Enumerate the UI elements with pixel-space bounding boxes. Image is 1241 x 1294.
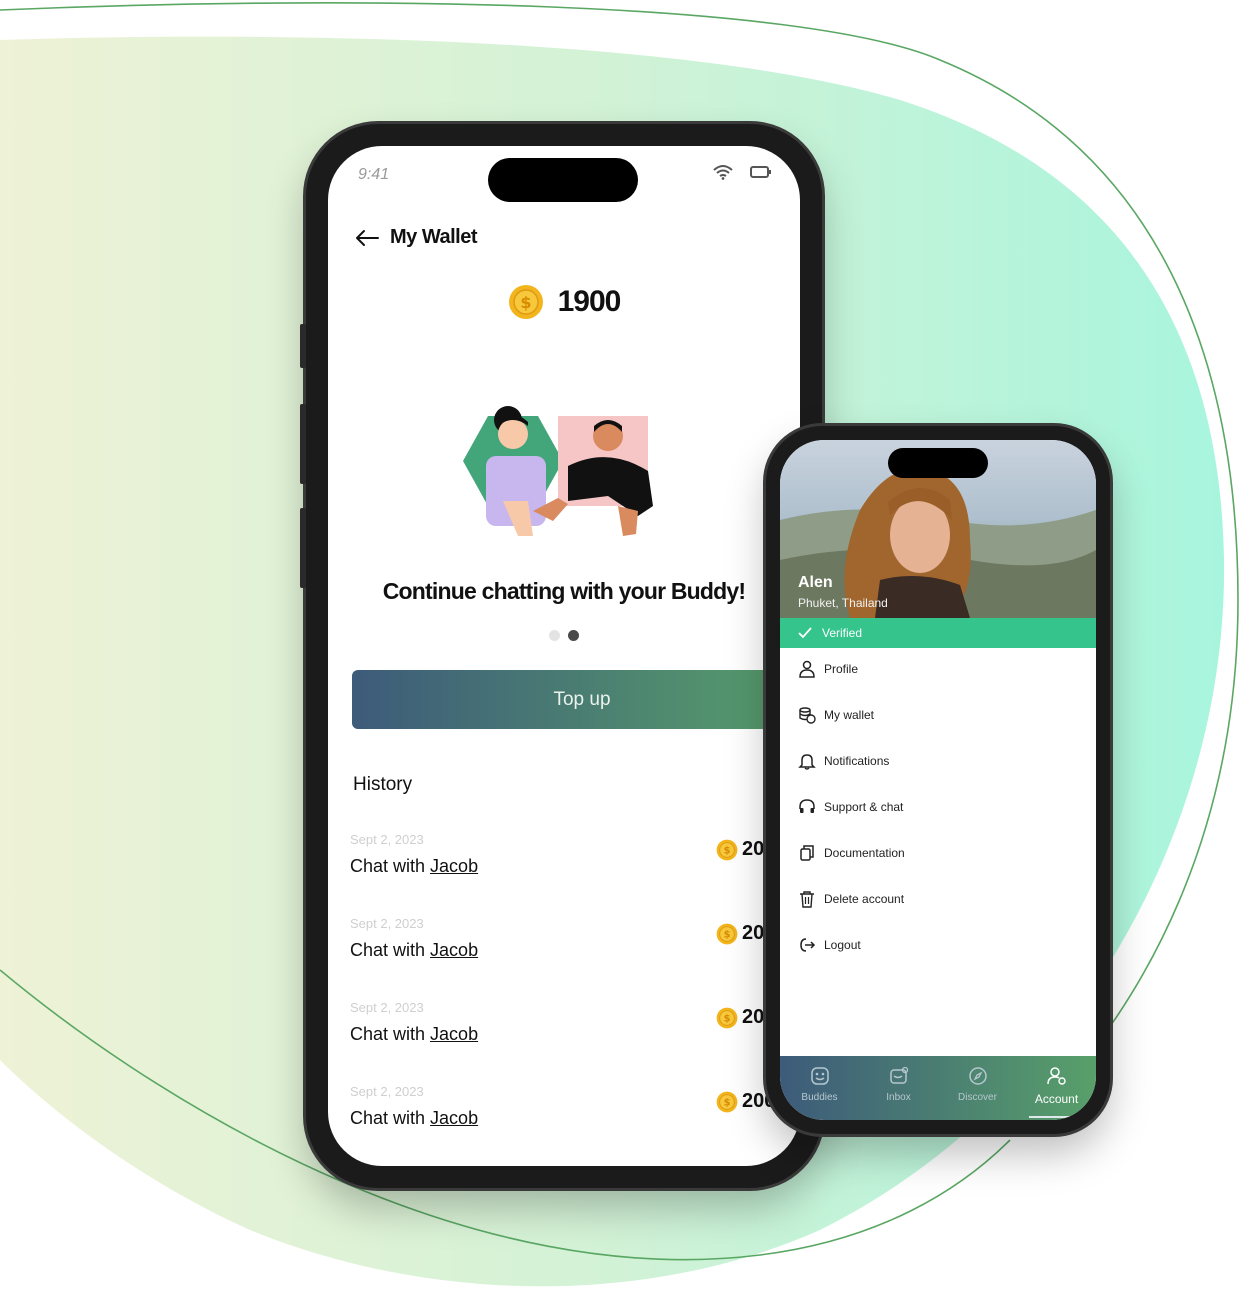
handshake-illustration (463, 406, 653, 536)
history-amount: $ 20 (716, 838, 764, 861)
status-icons (712, 164, 772, 180)
volume-down-button (300, 508, 306, 588)
top-up-button[interactable]: Top up (352, 670, 800, 729)
headset-icon (799, 799, 815, 813)
menu-item-logout[interactable]: Logout (798, 930, 1078, 960)
balance-value: 1900 (557, 285, 622, 318)
tab-discover[interactable]: Discover (938, 1056, 1017, 1120)
profile-name: Alen (798, 574, 833, 591)
buddy-link[interactable]: Jacob (430, 856, 478, 876)
coin-icon: $ (716, 1007, 738, 1028)
menu-item-my-wallet[interactable]: My wallet (798, 700, 1078, 730)
svg-text:$: $ (724, 845, 731, 856)
history-date: Sept 2, 2023 (350, 1084, 424, 1099)
menu-item-profile[interactable]: Profile (798, 654, 1078, 684)
inbox-icon (889, 1066, 908, 1084)
coin-icon: $ (508, 285, 543, 319)
menu-item-label: Documentation (824, 846, 905, 860)
history-row[interactable]: Sept 2, 2023 Chat with Jacob $ 20 (350, 1000, 800, 1070)
history-amount: $ 20 (716, 1006, 764, 1029)
history-date: Sept 2, 2023 (350, 832, 424, 847)
history-date: Sept 2, 2023 (350, 1000, 424, 1015)
coins-stack-icon (799, 707, 816, 724)
menu-item-notifications[interactable]: Notifications (798, 746, 1078, 776)
menu-item-label: Logout (824, 938, 861, 952)
buddy-link[interactable]: Jacob (430, 940, 478, 960)
wallet-header: My Wallet (354, 226, 478, 249)
volume-up-button (300, 404, 306, 484)
pager-dots (328, 630, 800, 641)
active-tab-indicator (1028, 1116, 1085, 1118)
tab-inbox[interactable]: Inbox (859, 1056, 938, 1120)
account-phone: Alen Phuket, Thailand Verified Profile M… (766, 426, 1110, 1134)
menu-item-label: Notifications (824, 754, 890, 768)
menu-item-delete-account[interactable]: Delete account (798, 884, 1078, 914)
dynamic-island (888, 448, 988, 478)
menu-item-label: Delete account (824, 892, 905, 906)
verified-banner: Verified (780, 618, 1096, 648)
check-icon (798, 627, 812, 639)
buddies-icon (810, 1067, 829, 1085)
coin-icon: $ (716, 923, 738, 944)
wallet-tagline: Continue chatting with your Buddy! (382, 578, 746, 604)
history-row[interactable]: Sept 2, 2023 Chat with Jacob $ 20 (350, 832, 800, 902)
history-amount: $ 20 (716, 922, 764, 945)
coin-icon: $ (716, 839, 738, 860)
wifi-icon (713, 165, 733, 180)
compass-icon (968, 1067, 987, 1085)
bottom-tab-bar: Buddies Inbox Discover Account (780, 1056, 1096, 1120)
tab-buddies[interactable]: Buddies (780, 1056, 859, 1120)
menu-item-label: Support & chat (824, 800, 904, 814)
account-screen: Alen Phuket, Thailand Verified Profile M… (780, 440, 1096, 1120)
svg-text:$: $ (520, 293, 531, 312)
history-row[interactable]: Sept 2, 2023 Chat with Jacob $ 20 (350, 916, 800, 986)
wallet-phone: 9:41 My Wallet $ 1900 Continue chatting … (300, 124, 822, 1188)
history-label: Chat with Jacob (350, 1108, 479, 1128)
history-label: Chat with Jacob (350, 940, 479, 960)
mute-switch (300, 324, 306, 368)
menu-item-documentation[interactable]: Documentation (798, 838, 1078, 868)
buddy-link[interactable]: Jacob (430, 1108, 478, 1128)
verified-label: Verified (822, 626, 863, 640)
tab-account[interactable]: Account (1017, 1056, 1096, 1120)
history-amount: $ 200 (716, 1090, 775, 1113)
menu-item-label: Profile (824, 662, 859, 676)
svg-text:$: $ (724, 929, 731, 940)
bell-icon (798, 754, 816, 770)
status-time: 9:41 (358, 166, 390, 183)
pager-dot-active[interactable] (568, 630, 579, 641)
svg-text:$: $ (724, 1097, 731, 1108)
account-icon (1046, 1067, 1066, 1085)
user-icon (799, 660, 815, 678)
coin-icon: $ (716, 1091, 738, 1112)
history-label: Chat with Jacob (350, 856, 479, 876)
history-title: History (353, 774, 413, 795)
dynamic-island (488, 158, 638, 202)
menu-item-support[interactable]: Support & chat (798, 792, 1078, 822)
page-title: My Wallet (390, 226, 478, 248)
arrow-left-icon[interactable] (354, 229, 380, 247)
copy-document-icon (800, 845, 814, 861)
svg-text:$: $ (724, 1013, 731, 1024)
history-row[interactable]: Sept 2, 2023 Chat with Jacob $ 200 (350, 1084, 800, 1154)
menu-item-label: My wallet (824, 708, 875, 722)
buddy-link[interactable]: Jacob (430, 1024, 478, 1044)
history-label: Chat with Jacob (350, 1024, 479, 1044)
profile-location: Phuket, Thailand (798, 596, 888, 610)
wallet-balance: $ 1900 (328, 284, 800, 320)
pager-dot[interactable] (549, 630, 560, 641)
logout-icon (800, 938, 816, 952)
battery-icon (750, 166, 771, 178)
trash-icon (800, 891, 814, 908)
history-date: Sept 2, 2023 (350, 916, 424, 931)
wallet-screen: 9:41 My Wallet $ 1900 Continue chatting … (328, 146, 800, 1166)
